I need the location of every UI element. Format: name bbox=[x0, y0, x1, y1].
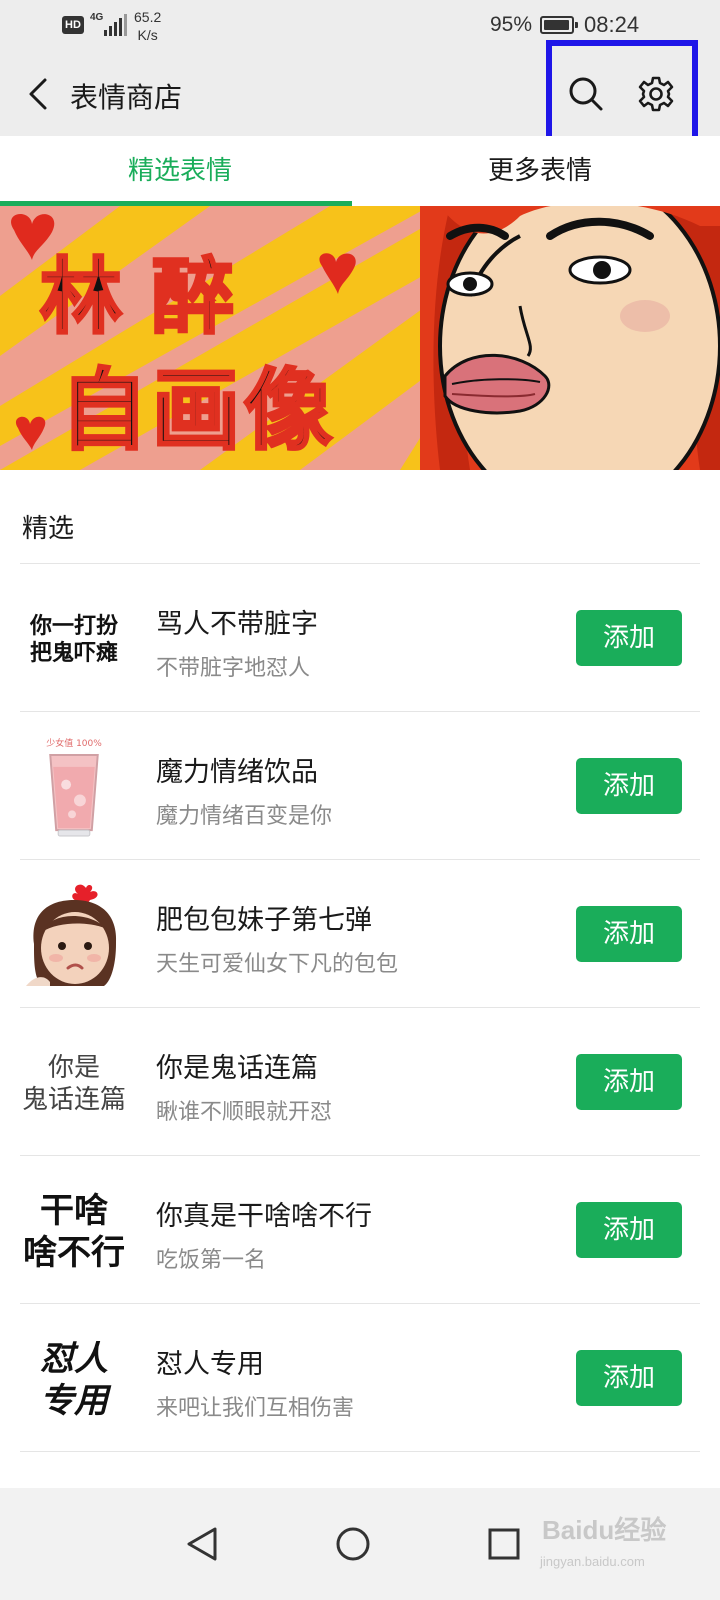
list-item[interactable]: 少女值 100% 魔力情绪饮品 魔力情绪百变是你 添加 bbox=[0, 712, 720, 860]
sticker-subtitle: 来吧让我们互相伤害 bbox=[156, 1396, 355, 1421]
battery-fill bbox=[544, 20, 569, 30]
recents-square-icon bbox=[488, 1528, 520, 1560]
sticker-title: 骂人不带脏字 bbox=[156, 609, 318, 640]
tab-bar: 精选表情 更多表情 bbox=[0, 136, 720, 206]
watermark-url: jingyan.baidu.com bbox=[540, 1554, 645, 1569]
hd-badge: HD bbox=[62, 16, 84, 34]
network-speed: 65.2 K/s bbox=[134, 8, 161, 44]
settings-button[interactable] bbox=[636, 74, 676, 114]
sticker-thumbnail bbox=[20, 884, 128, 988]
nav-recents-button[interactable] bbox=[478, 1518, 530, 1570]
back-arrow-icon bbox=[29, 78, 47, 110]
sticker-subtitle: 不带脏字地怼人 bbox=[156, 656, 311, 681]
thumb-label: 怼人 专用 bbox=[40, 1338, 108, 1422]
sticker-title: 怼人专用 bbox=[156, 1349, 264, 1380]
list-item[interactable]: 干啥 啥不行 你真是干啥啥不行 吃饭第一名 添加 bbox=[0, 1156, 720, 1304]
speed-value: 65.2 bbox=[134, 9, 162, 25]
girl-face-icon bbox=[26, 884, 117, 986]
row-divider bbox=[20, 1451, 700, 1452]
sticker-subtitle: 天生可爱仙女下凡的包包 bbox=[156, 952, 399, 977]
sticker-thumbnail: 怼人 专用 bbox=[20, 1328, 128, 1432]
back-triangle-icon bbox=[187, 1527, 217, 1561]
add-button[interactable]: 添加 bbox=[576, 610, 682, 666]
tab-featured-stickers[interactable]: 精选表情 bbox=[0, 136, 360, 206]
nav-home-button[interactable] bbox=[327, 1518, 379, 1570]
add-button[interactable]: 添加 bbox=[576, 758, 682, 814]
sticker-title: 你真是干啥啥不行 bbox=[156, 1201, 372, 1232]
signal-icon bbox=[104, 14, 127, 36]
gear-icon bbox=[638, 76, 674, 112]
sticker-subtitle: 瞅谁不顺眼就开怼 bbox=[156, 1100, 333, 1125]
sticker-thumbnail: 干啥 啥不行 bbox=[20, 1180, 128, 1284]
watermark-logo: Baidu经验 bbox=[542, 1515, 667, 1545]
sticker-thumbnail: 你一打扮 把鬼吓瘫 bbox=[20, 588, 128, 692]
add-button[interactable]: 添加 bbox=[576, 1202, 682, 1258]
network-type: 4G bbox=[90, 12, 104, 23]
list-item[interactable]: 你一打扮 把鬼吓瘫 骂人不带脏字 不带脏字地怼人 添加 bbox=[0, 564, 720, 712]
sticker-title: 肥包包妹子第七弹 bbox=[156, 905, 372, 936]
sticker-title: 魔力情绪饮品 bbox=[156, 757, 318, 788]
system-nav-bar: Baidu经验 jingyan.baidu.com bbox=[0, 1488, 720, 1600]
page-title: 表情商店 bbox=[70, 81, 183, 114]
title-bar: 表情商店 bbox=[0, 40, 720, 156]
search-icon bbox=[569, 77, 603, 111]
list-item[interactable]: 你是 鬼话连篇 你是鬼话连篇 瞅谁不顺眼就开怼 添加 bbox=[0, 1008, 720, 1156]
sticker-subtitle: 吃饭第一名 bbox=[156, 1248, 267, 1273]
sticker-title: 你是鬼话连篇 bbox=[156, 1053, 318, 1084]
banner-title-line1: 林醉 bbox=[38, 248, 265, 347]
home-circle-icon bbox=[336, 1527, 370, 1561]
thumb-label: 你一打扮 把鬼吓瘫 bbox=[29, 613, 118, 667]
battery-percent: 95% bbox=[490, 13, 533, 36]
list-item[interactable]: 怼人 专用 怼人专用 来吧让我们互相伤害 添加 bbox=[0, 1304, 720, 1452]
nav-back-button[interactable] bbox=[176, 1518, 228, 1570]
thumb-label: 少女值 100% bbox=[46, 739, 102, 749]
back-button[interactable] bbox=[18, 74, 58, 114]
thumb-label: 干啥 啥不行 bbox=[23, 1190, 125, 1274]
promo-banner[interactable]: 林醉 自画像 bbox=[0, 206, 720, 470]
search-button[interactable] bbox=[566, 74, 606, 114]
add-button[interactable]: 添加 bbox=[576, 906, 682, 962]
drink-cup-icon bbox=[49, 753, 99, 837]
sticker-list: 你一打扮 把鬼吓瘫 骂人不带脏字 不带脏字地怼人 添加 少女值 100% 魔力情… bbox=[0, 564, 720, 1452]
add-button[interactable]: 添加 bbox=[576, 1350, 682, 1406]
sticker-subtitle: 魔力情绪百变是你 bbox=[156, 804, 333, 829]
speed-unit: K/s bbox=[137, 27, 158, 43]
list-item[interactable]: 肥包包妹子第七弹 天生可爱仙女下凡的包包 添加 bbox=[0, 860, 720, 1008]
section-title: 精选 bbox=[22, 514, 75, 544]
clock: 08:24 bbox=[584, 12, 640, 37]
sticker-thumbnail: 少女值 100% bbox=[20, 736, 128, 840]
tab-more-stickers[interactable]: 更多表情 bbox=[360, 136, 720, 206]
battery-tip bbox=[575, 22, 578, 28]
battery-icon bbox=[540, 16, 578, 34]
add-button[interactable]: 添加 bbox=[576, 1054, 682, 1110]
banner-title-line2: 自画像 bbox=[58, 357, 337, 464]
thumb-label: 你是 鬼话连篇 bbox=[21, 1052, 126, 1116]
sticker-thumbnail: 你是 鬼话连篇 bbox=[20, 1032, 128, 1136]
